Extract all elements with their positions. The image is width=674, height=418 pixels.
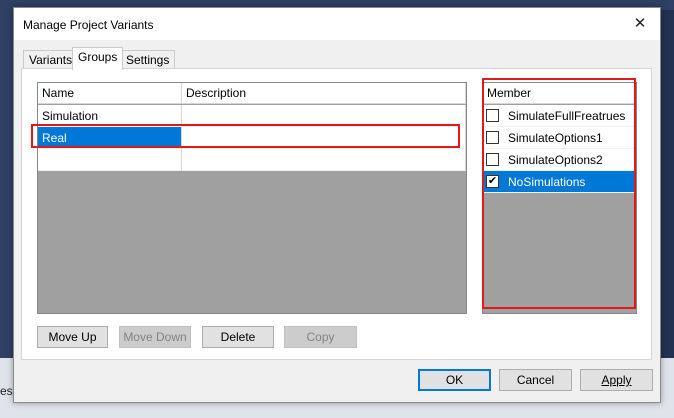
column-header-description[interactable]: Description: [182, 83, 466, 104]
member-list[interactable]: Member SimulateFullFreatrues SimulateOpt…: [482, 82, 637, 314]
tab-settings[interactable]: Settings: [120, 50, 176, 70]
move-up-button[interactable]: Move Up: [37, 326, 108, 348]
table-row-name-cell[interactable]: Simulation: [38, 105, 182, 127]
member-label: SimulateFullFreatrues: [508, 109, 626, 123]
member-item[interactable]: SimulateFullFreatrues: [483, 105, 636, 127]
groups-table[interactable]: Name Description Simulation Real: [37, 82, 467, 314]
background-window-edge: [660, 10, 674, 358]
tab-groups[interactable]: Groups: [72, 47, 124, 70]
cancel-button[interactable]: Cancel: [499, 369, 572, 391]
manage-project-variants-dialog: Manage Project Variants ✕ Variants Group…: [13, 7, 661, 403]
member-item-selected[interactable]: ✔ NoSimulations: [483, 171, 636, 193]
member-label: SimulateOptions1: [508, 131, 603, 145]
close-button[interactable]: ✕: [626, 12, 654, 36]
table-new-row-description-cell[interactable]: [182, 149, 466, 171]
column-header-name[interactable]: Name: [38, 83, 182, 104]
dialog-title: Manage Project Variants: [23, 18, 154, 32]
ok-button[interactable]: OK: [418, 369, 491, 391]
member-checkbox[interactable]: [486, 153, 499, 166]
apply-button[interactable]: Apply: [580, 369, 653, 391]
table-row-description-cell[interactable]: [182, 127, 466, 149]
member-label: SimulateOptions2: [508, 153, 603, 167]
member-item[interactable]: SimulateOptions2: [483, 149, 636, 171]
member-checkbox-checked[interactable]: ✔: [486, 175, 499, 188]
close-icon: ✕: [633, 15, 647, 32]
table-row-name-cell-selected[interactable]: Real: [38, 127, 182, 149]
table-new-row-name-cell[interactable]: [38, 149, 182, 171]
copy-button[interactable]: Copy: [284, 326, 357, 348]
checkmark-icon: ✔: [487, 175, 498, 187]
title-bar: Manage Project Variants ✕: [14, 8, 660, 40]
member-item[interactable]: SimulateOptions1: [483, 127, 636, 149]
apply-button-label: Apply: [601, 373, 632, 387]
groups-tab-panel: Name Description Simulation Real Member …: [21, 68, 652, 360]
delete-button[interactable]: Delete: [202, 326, 274, 348]
member-label: NoSimulations: [508, 175, 586, 189]
tab-variants[interactable]: Variants: [23, 50, 79, 70]
member-checkbox[interactable]: [486, 109, 499, 122]
table-row-description-cell[interactable]: [182, 105, 466, 127]
member-column-header[interactable]: Member: [483, 83, 636, 104]
move-down-button[interactable]: Move Down: [119, 326, 191, 348]
member-checkbox[interactable]: [486, 131, 499, 144]
